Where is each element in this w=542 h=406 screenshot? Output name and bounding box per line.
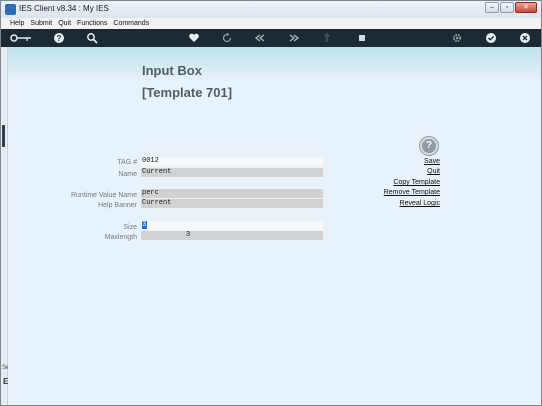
maxlength-label: Maxlength [104,234,137,241]
title-bar: IES Client v8.34 : My IES – ▫ ✕ [1,1,541,18]
refresh-icon[interactable] [221,32,233,44]
close-window-button[interactable]: ✕ [515,2,537,13]
gear-icon[interactable] [451,32,463,44]
toolbar: ? [1,29,541,47]
quit-link[interactable]: Quit [427,168,440,175]
check-icon[interactable] [485,32,497,44]
help-question-icon[interactable]: ? [420,137,438,155]
rewind-icon[interactable] [254,32,266,44]
minimize-button[interactable]: – [485,2,499,13]
header-band [8,47,541,81]
menu-commands[interactable]: Commands [113,18,149,29]
help-banner-field[interactable]: Current [141,199,323,208]
help-icon[interactable]: ? [53,32,65,44]
runtime-value-name-field[interactable]: perc [141,189,323,198]
left-side-panel: Se E [1,47,9,405]
reveal-logic-link[interactable]: Reveal Logic [400,200,440,207]
page-subtitle: [Template 701] [142,85,233,100]
help-banner-label: Help Banner [98,202,137,209]
upload-icon[interactable] [321,32,333,44]
app-logo-icon [5,4,16,15]
side-panel-marker [2,125,5,147]
copy-template-link[interactable]: Copy Template [393,179,440,186]
close-icon[interactable] [519,32,531,44]
window-controls: – ▫ ✕ [485,2,537,13]
size-label: Size [123,224,137,231]
menu-bar: Help Submit Quit Functions Commands [1,18,541,29]
window-title: IES Client v8.34 : My IES [19,4,109,13]
save-link[interactable]: Save [424,158,440,165]
maxlength-field[interactable]: 3 [141,231,323,240]
menu-quit[interactable]: Quit [58,18,71,29]
tag-label: TAG # [117,159,137,166]
remove-template-link[interactable]: Remove Template [384,189,440,196]
main-content: Input Box [Template 701] TAG # 0012 Name… [8,47,541,405]
tag-field[interactable]: 0012 [141,157,323,166]
runtime-value-name-label: Runtime Value Name [70,192,137,199]
key-icon[interactable] [9,32,33,44]
search-icon[interactable] [86,32,98,44]
svg-text:?: ? [57,34,62,43]
menu-functions[interactable]: Functions [77,18,107,29]
maximize-button[interactable]: ▫ [500,2,514,13]
name-label: Name [118,171,137,178]
size-value: 3 [142,221,147,229]
heart-icon[interactable] [188,32,200,44]
page-title: Input Box [142,63,202,78]
name-field[interactable]: Current [141,168,323,177]
size-field[interactable]: 3 [141,221,323,230]
stop-icon[interactable] [356,32,368,44]
menu-submit[interactable]: Submit [30,18,52,29]
menu-help[interactable]: Help [10,18,24,29]
app-window: IES Client v8.34 : My IES – ▫ ✕ Help Sub… [0,0,542,406]
forward-icon[interactable] [288,32,300,44]
